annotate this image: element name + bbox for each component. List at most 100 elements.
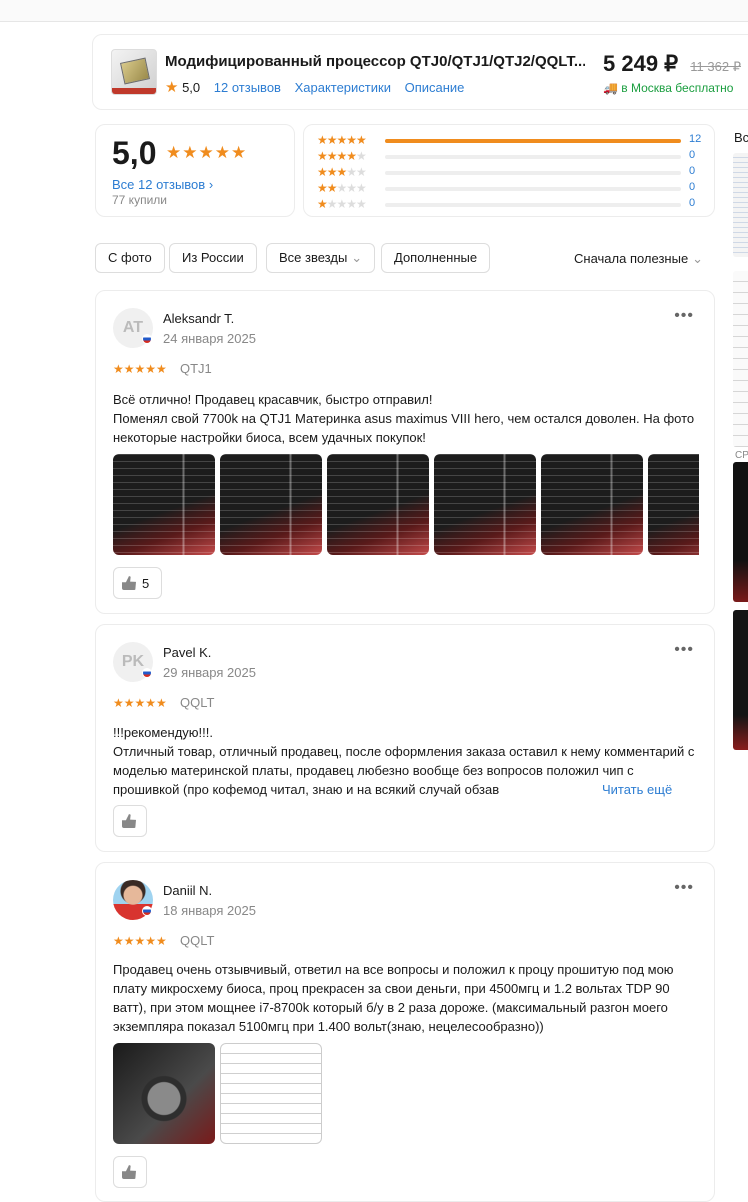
distribution-row-5[interactable]: ★★★★★ 12 — [317, 133, 707, 149]
rating-distribution: ★★★★★ 12 ★★★★★ 0 ★★★★★ 0 ★★★★★ 0 ★★★★★ 0 — [303, 124, 715, 217]
distribution-bar — [385, 155, 681, 159]
side-caption: CPL — [735, 450, 748, 461]
distribution-bar — [385, 171, 681, 175]
like-button[interactable] — [113, 805, 147, 837]
old-price: 11 362 ₽ — [690, 59, 741, 74]
distribution-count: 0 — [689, 149, 696, 161]
filter-supplemented[interactable]: Дополненные — [381, 243, 491, 273]
distribution-row-1[interactable]: ★★★★★ 0 — [317, 197, 707, 213]
review-photo[interactable] — [434, 454, 536, 555]
read-more-link[interactable]: Читать ещё — [596, 780, 673, 799]
reviews-link[interactable]: 12 отзывов — [214, 80, 281, 95]
more-options-icon[interactable]: ••• — [674, 641, 694, 659]
stars-1: ★★★★★ — [317, 197, 367, 211]
chevron-down-icon: ⌄ — [692, 251, 704, 266]
review-text: Продавец очень отзывчивый, ответил на вс… — [113, 962, 674, 1034]
star-icon: ★ — [165, 79, 179, 96]
product-header: Модифицированный процессор QTJ0/QTJ1/QTJ… — [92, 34, 748, 110]
distribution-count: 0 — [689, 197, 696, 209]
side-photo[interactable] — [733, 271, 748, 447]
sort-label: Сначала полезные — [574, 251, 689, 266]
review-text: Всё отлично! Продавец красавчик, быстро … — [113, 392, 695, 445]
stars-2: ★★★★★ — [317, 181, 367, 195]
review-stars: ★★★★★ — [113, 696, 167, 710]
distribution-bar — [385, 139, 681, 143]
review-card: AT Aleksandr T. 24 января 2025 ••• ★★★★★… — [95, 290, 715, 614]
description-link[interactable]: Описание — [405, 80, 465, 95]
distribution-row-2[interactable]: ★★★★★ 0 — [317, 181, 707, 197]
like-count: 5 — [142, 576, 150, 591]
top-bar — [0, 0, 748, 22]
filter-from-russia[interactable]: Из России — [169, 243, 257, 273]
distribution-row-4[interactable]: ★★★★★ 0 — [317, 149, 707, 165]
side-photo[interactable] — [733, 610, 748, 750]
distribution-count: 0 — [689, 181, 696, 193]
review-photo[interactable] — [220, 454, 322, 555]
filter-all-stars-label: Все звезды — [279, 250, 348, 265]
russia-flag-icon — [142, 906, 152, 916]
product-rating: 5,0 — [182, 80, 201, 95]
distribution-bar — [385, 203, 681, 207]
review-photo[interactable] — [327, 454, 429, 555]
side-photo[interactable] — [733, 153, 748, 257]
chevron-right-icon: › — [208, 177, 214, 192]
thumbs-up-icon — [122, 1165, 136, 1179]
like-button[interactable]: 5 — [113, 567, 162, 599]
delivery-text: в Москва бесплатно — [621, 81, 734, 95]
review-photo[interactable] — [113, 454, 215, 555]
filter-all-stars[interactable]: Все звезды ⌄ — [266, 243, 376, 273]
review-photo[interactable] — [113, 1043, 215, 1144]
like-button[interactable] — [113, 1156, 147, 1188]
russia-flag-icon — [142, 334, 152, 344]
specs-link[interactable]: Характеристики — [295, 80, 391, 95]
average-rating: 5,0 — [112, 135, 157, 171]
stars-5: ★★★★★ — [317, 133, 367, 147]
thumbs-up-icon — [122, 814, 136, 828]
review-photo[interactable] — [648, 454, 699, 555]
reviewer-name[interactable]: Daniil N. — [163, 883, 212, 898]
filter-with-photo[interactable]: С фото — [95, 243, 165, 273]
review-stars: ★★★★★ — [113, 934, 167, 948]
rating-stars: ★★★★★ — [166, 143, 248, 162]
review-card: PK Pavel K. 29 января 2025 ••• ★★★★★ QQL… — [95, 624, 715, 852]
distribution-count: 0 — [689, 165, 696, 177]
price: 5 249 ₽ 11 362 ₽ — [603, 51, 741, 77]
reviewer-name[interactable]: Pavel K. — [163, 645, 211, 660]
product-thumbnail[interactable] — [111, 49, 157, 95]
more-options-icon[interactable]: ••• — [674, 879, 694, 897]
review-gallery — [113, 1043, 322, 1144]
thumbnail-stripe — [112, 88, 156, 94]
rating-summary: 5,0 ★★★★★ Все 12 отзывов › 77 купили — [95, 124, 295, 217]
review-photo[interactable] — [541, 454, 643, 555]
thumbs-up-icon — [122, 576, 136, 590]
product-meta: ★ 5,0 12 отзывов Характеристики Описание — [165, 78, 464, 96]
sort-dropdown[interactable]: Сначала полезные ⌄ — [574, 251, 703, 267]
reviewer-name[interactable]: Aleksandr T. — [163, 311, 234, 326]
stars-3: ★★★★★ — [317, 165, 367, 179]
side-heading: Вс — [734, 130, 748, 145]
all-reviews-label: Все 12 отзывов — [112, 177, 206, 192]
all-reviews-link[interactable]: Все 12 отзывов › — [112, 177, 213, 192]
more-options-icon[interactable]: ••• — [674, 307, 694, 325]
review-photo[interactable] — [220, 1043, 322, 1144]
side-photo[interactable] — [733, 462, 748, 602]
bought-count: 77 купили — [112, 193, 167, 207]
russia-flag-icon — [142, 668, 152, 678]
review-gallery — [113, 454, 699, 555]
review-date: 24 января 2025 — [163, 331, 256, 346]
current-price: 5 249 ₽ — [603, 51, 679, 76]
review-date: 18 января 2025 — [163, 903, 256, 918]
chevron-down-icon: ⌄ — [351, 250, 363, 265]
review-card: Daniil N. 18 января 2025 ••• ★★★★★ QQLT … — [95, 862, 715, 1202]
distribution-bar — [385, 187, 681, 191]
delivery-info: 🚚 в Москва бесплатно — [603, 81, 733, 95]
product-title[interactable]: Модифицированный процессор QTJ0/QTJ1/QTJ… — [165, 53, 585, 70]
cpu-chip-image — [119, 57, 151, 85]
distribution-count: 12 — [689, 133, 702, 145]
review-date: 29 января 2025 — [163, 665, 256, 680]
stars-4: ★★★★★ — [317, 149, 367, 163]
distribution-row-3[interactable]: ★★★★★ 0 — [317, 165, 707, 181]
truck-icon: 🚚 — [603, 81, 618, 95]
review-variant: QQLT — [180, 695, 215, 710]
review-variant: QQLT — [180, 933, 215, 948]
